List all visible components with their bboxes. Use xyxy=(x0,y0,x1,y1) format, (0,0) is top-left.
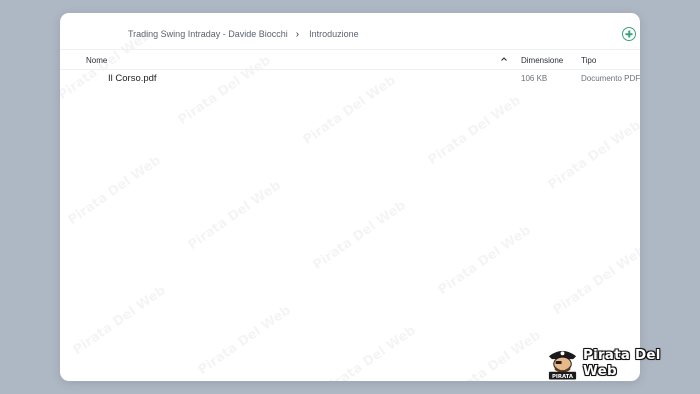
watermark-text: Pirata Del Web xyxy=(446,328,544,381)
watermark-text: Pirata Del Web xyxy=(436,223,534,298)
file-name[interactable]: Il Corso.pdf xyxy=(108,73,157,84)
column-header-size[interactable]: Dimensione xyxy=(521,56,563,65)
watermark-text: Pirata Del Web xyxy=(186,178,284,253)
table-row[interactable]: Il Corso.pdf 106 KB Documento PDF xyxy=(60,70,640,88)
chevron-right-icon: › xyxy=(295,28,300,40)
pirate-logo-icon: PIRATA xyxy=(548,350,577,380)
column-header-type[interactable]: Tipo xyxy=(581,56,596,65)
watermark-text: Pirata Del Web xyxy=(196,303,294,378)
toolbar: Trading Swing Intraday - Davide Biocchi … xyxy=(60,13,640,50)
watermark-text: Pirata Del Web xyxy=(321,323,419,381)
watermark-text: Pirata Del Web xyxy=(426,93,524,168)
watermark-text: Pirata Del Web xyxy=(551,243,640,318)
watermark-text: Pirata Del Web xyxy=(71,283,169,358)
file-size: 106 KB xyxy=(521,74,548,83)
brand-watermark: PIRATA Pirata Del Web xyxy=(546,345,696,381)
watermark-text: Pirata Del Web xyxy=(311,198,409,273)
breadcrumb: Trading Swing Intraday - Davide Biocchi … xyxy=(128,29,359,39)
breadcrumb-item-course[interactable]: Trading Swing Intraday - Davide Biocchi xyxy=(128,29,288,39)
column-header-name[interactable]: Nome xyxy=(86,56,107,65)
file-browser-window: Pirata Del Web Pirata Del Web Pirata Del… xyxy=(60,13,640,381)
file-type: Documento PDF xyxy=(581,74,640,83)
plus-circle-icon[interactable] xyxy=(622,27,636,41)
logo-label: PIRATA xyxy=(552,374,574,380)
watermark-text: Pirata Del Web xyxy=(546,118,640,193)
watermark-text: Pirata Del Web xyxy=(66,153,164,228)
chevron-up-icon[interactable] xyxy=(500,55,508,63)
table-header: Nome Dimensione Tipo xyxy=(60,50,640,70)
breadcrumb-item-current[interactable]: Introduzione xyxy=(309,29,359,39)
brand-name: Pirata Del Web xyxy=(583,347,661,379)
